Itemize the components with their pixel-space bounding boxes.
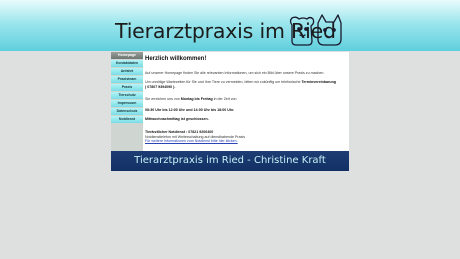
sidebar-item-praxisteam[interactable]: Praxisteam <box>111 76 143 83</box>
appointment-phone-number: ( 07807 9394090 ). <box>145 84 176 89</box>
opening-hours-times: 08:30 Uhr bis 12:00 Uhr und 14:00 Uhr bi… <box>145 108 235 112</box>
page-heading: Herzlich willkommen! <box>145 56 207 62</box>
appointment-phone: ( 07807 9394090 ). <box>145 85 175 90</box>
sidebar-item-anfahrt[interactable]: Anfahrt <box>111 68 143 75</box>
emergency-info-link[interactable]: Für weitere Informationen zum Notdienst … <box>145 139 238 144</box>
appointment-text-bold: Terminvereinbarung <box>301 80 336 84</box>
page-container: Homepage Kontaktdaten Anfahrt Praxisteam… <box>111 52 349 171</box>
sidebar-item-impressum[interactable]: Impressum <box>111 100 143 107</box>
header-banner: Tierarztpraxis im Ried <box>0 0 460 51</box>
footer-bar: Tierarztpraxis im Ried - Christine Kraft <box>111 151 349 171</box>
sidebar-item-datenschutz[interactable]: Datenschutz <box>111 108 143 115</box>
sidebar-item-homepage[interactable]: Homepage <box>111 52 143 59</box>
appointment-text-pre: Um unnötige Wartezeiten für Sie und Ihre… <box>145 80 302 84</box>
opening-hours-post: in der Zeit von <box>212 97 237 101</box>
sidebar-item-kontaktdaten[interactable]: Kontaktdaten <box>111 60 143 67</box>
sidebar-item-notdienst[interactable]: Notdienst <box>111 116 143 123</box>
footer-title: Tierarztpraxis im Ried - Christine Kraft <box>134 155 326 166</box>
opening-hours-text: Sie erreichen uns von Montag bis Freitag… <box>145 97 237 102</box>
sidebar-item-praxis[interactable]: Praxis <box>111 84 143 91</box>
cat-dog-logo-icon <box>289 14 342 46</box>
sidebar-item-tierschutz[interactable]: Tierschutz <box>111 92 143 99</box>
main-content: Herzlich willkommen! Auf unserer Homepag… <box>145 56 345 152</box>
closed-note: Mittwochnachmittag ist geschlossen. <box>145 117 209 121</box>
intro-text: Auf unserer Homepage finden Sie alle rel… <box>145 71 325 75</box>
opening-hours-days: Montag bis Freitag <box>180 97 213 101</box>
opening-hours-pre: Sie erreichen uns von <box>145 97 181 101</box>
